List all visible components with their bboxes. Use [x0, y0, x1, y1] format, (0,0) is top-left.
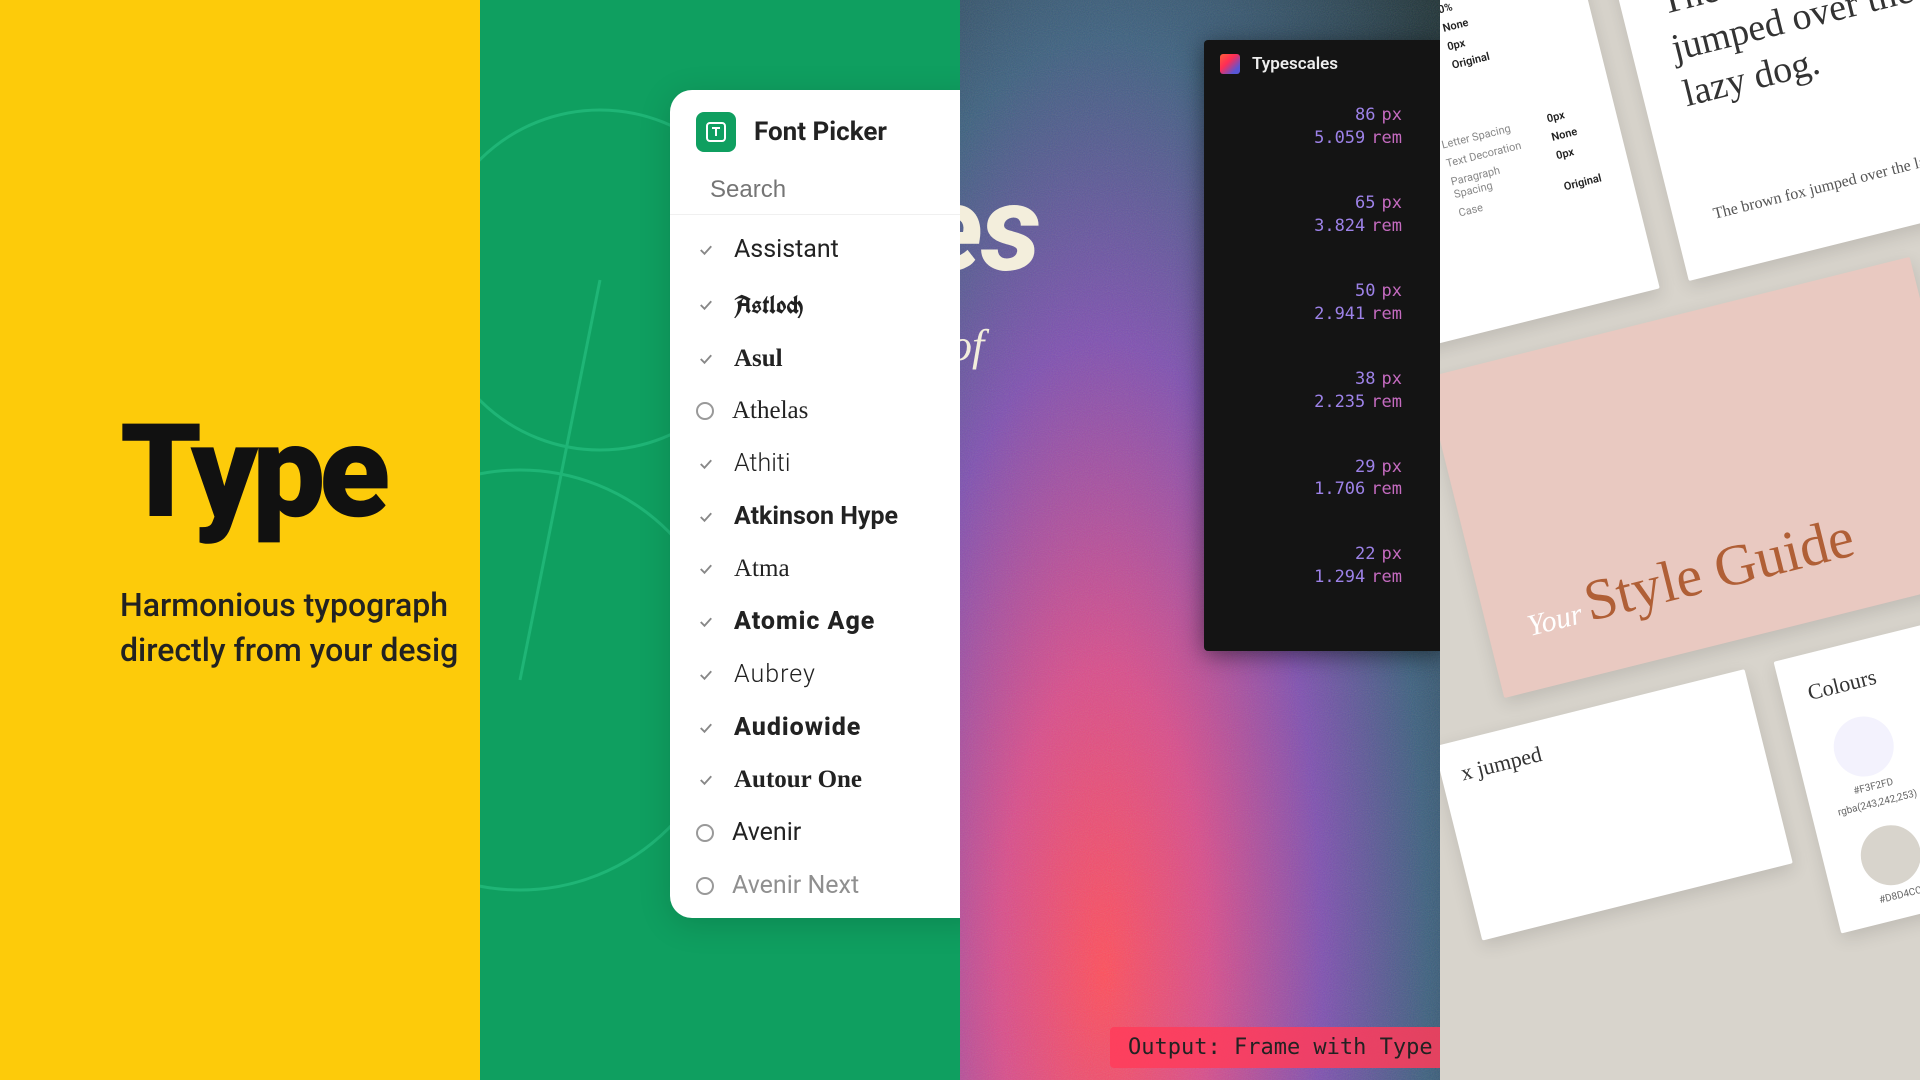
font-name-label: Autour One [734, 766, 862, 794]
panel-font-picker: Font Picker AssistantAstlochAsulAthelasA… [480, 0, 960, 1080]
font-list-item[interactable]: Athiti [670, 437, 960, 490]
typescales-rows: 86px5.059rem65px3.824rem50px2.941rem38px… [1204, 104, 1440, 631]
font-picker-popup: Font Picker AssistantAstlochAsulAthelasA… [670, 90, 960, 918]
typescales-header: Typescales [1204, 40, 1440, 104]
typescale-row: 38px2.235rem [1204, 368, 1440, 456]
typescale-row: 86px5.059rem [1204, 104, 1440, 192]
font-list-item[interactable]: Autour One [670, 754, 960, 806]
font-name-label: Aubrey [734, 660, 816, 689]
check-icon [696, 349, 716, 369]
card-typography-specs: r 1 Letter Spacing0%Text DecorationNoneP… [1440, 0, 1660, 375]
font-name-label: Atomic Age [734, 607, 875, 636]
font-name-label: Athiti [734, 449, 790, 478]
font-name-label: Asul [734, 345, 783, 373]
check-icon [696, 240, 716, 260]
check-icon [696, 454, 716, 474]
font-picker-title: Font Picker [754, 117, 887, 147]
check-icon [696, 665, 716, 685]
hero-fragment-es: es [960, 160, 1039, 300]
check-icon [696, 770, 716, 790]
panel-type-hero: Type Harmonious typograph directly from … [0, 0, 480, 1080]
output-label: Output: Frame with Type [1110, 1027, 1440, 1068]
font-list-item[interactable]: Assistant [670, 223, 960, 276]
font-list-item[interactable]: Atma [670, 543, 960, 595]
font-name-label: Audiowide [734, 713, 861, 742]
font-list-item[interactable]: Avenir [670, 806, 960, 859]
header1-meta: Letter Spacing0%Text DecorationNoneParag… [1440, 0, 1491, 99]
font-list-item[interactable]: Asul [670, 333, 960, 385]
cards-layer: r 1 Letter Spacing0%Text DecorationNoneP… [1440, 0, 1920, 1080]
font-list-item[interactable]: Atkinson Hype [670, 490, 960, 543]
hero-fragment-of: of [960, 320, 984, 371]
card-specimen-fragment: x jumped [1440, 669, 1793, 940]
radio-unchecked-icon [696, 877, 714, 895]
panel-style-guide: r 1 Letter Spacing0%Text DecorationNoneP… [1440, 0, 1920, 1080]
font-name-label: Athelas [732, 397, 808, 425]
radio-unchecked-icon [696, 402, 714, 420]
check-icon [696, 612, 716, 632]
font-name-label: Atkinson Hype [734, 502, 898, 531]
font-name-label: Avenir Next [732, 871, 859, 900]
check-icon [696, 718, 716, 738]
font-name-label: Avenir [732, 818, 801, 847]
font-name-label: Atma [734, 555, 790, 583]
typescale-row: 50px2.941rem [1204, 280, 1440, 368]
swatch-dot [1827, 710, 1900, 783]
swatch-dot [1854, 819, 1920, 892]
typescale-row: 65px3.824rem [1204, 192, 1440, 280]
card-specimen-quote: The brown fox jumped over the lazy dog. … [1607, 0, 1920, 281]
font-name-label: Astloch [734, 288, 803, 321]
font-picker-header: Font Picker [670, 90, 960, 164]
check-icon [696, 507, 716, 527]
fragment-text: x jumped [1458, 693, 1736, 786]
font-list-item[interactable]: Aubrey [670, 648, 960, 701]
typescale-row: 22px1.294rem [1204, 543, 1440, 631]
panel-typescales: es of Typescales 86px5.059rem65px3.824re… [960, 0, 1440, 1080]
specimen-quote-small: The brown fox jumped over the lazy dog. [1711, 138, 1920, 223]
check-icon [696, 559, 716, 579]
hero-subtitle: Harmonious typograph directly from your … [120, 583, 470, 673]
font-list-item[interactable]: Astloch [670, 276, 960, 333]
font-list-item[interactable]: Atomic Age [670, 595, 960, 648]
swatch-hex: #D8D4CC [1878, 885, 1920, 906]
colour-swatch: #F3F2FDrgba(243,242,253) [1817, 708, 1919, 819]
typescales-title: Typescales [1252, 54, 1338, 74]
font-list-item[interactable]: Audiowide [670, 701, 960, 754]
radio-unchecked-icon [696, 824, 714, 842]
swatch-rgb: rgba(243,242,253) [1837, 788, 1919, 818]
font-picker-search[interactable] [670, 164, 960, 215]
font-list-item[interactable]: Avenir Next [670, 859, 960, 912]
style-guide-title: YourStyle Guide [1517, 483, 1920, 650]
font-picker-icon [696, 112, 736, 152]
typescale-row: 29px1.706rem [1204, 456, 1440, 544]
typescales-panel: Typescales 86px5.059rem65px3.824rem50px2… [1204, 40, 1440, 651]
check-icon [696, 295, 716, 315]
hero-title: Type [120, 407, 470, 537]
font-list-item[interactable]: Athelas [670, 385, 960, 437]
typescales-logo-icon [1220, 54, 1240, 74]
search-input[interactable] [710, 176, 960, 204]
font-list[interactable]: Assistant Astloch Asul Athelas Athiti Atkinso… [670, 215, 960, 918]
colour-swatch: #D8D4CC [1844, 816, 1920, 910]
specimen-quote-large: The brown fox jumped over the lazy dog. [1655, 0, 1920, 119]
font-name-label: Assistant [734, 235, 839, 264]
